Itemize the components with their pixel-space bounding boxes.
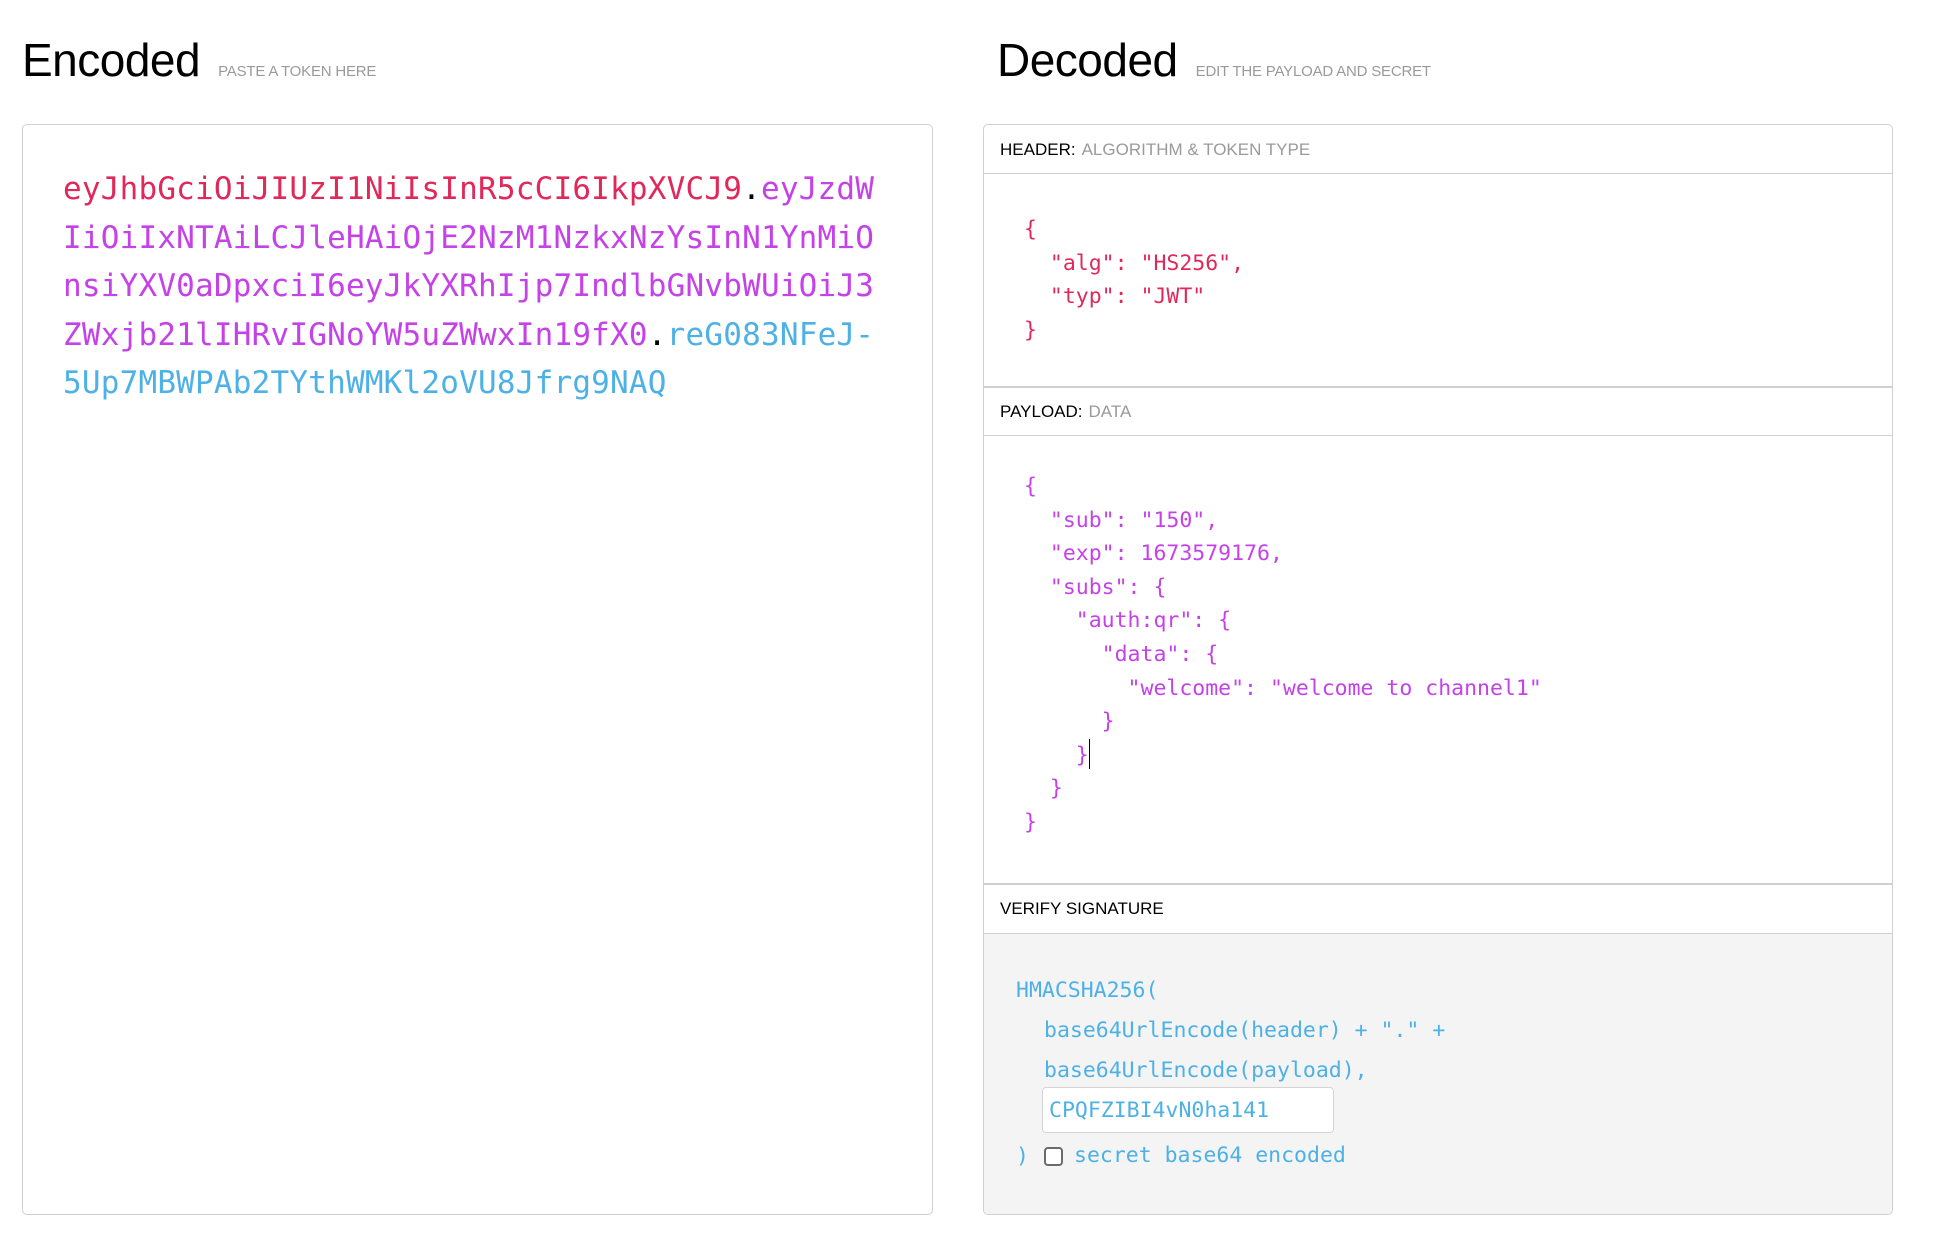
- decoded-panel: HEADER: ALGORITHM & TOKEN TYPE { "alg": "…: [983, 124, 1893, 1215]
- decoded-subtitle: EDIT THE PAYLOAD AND SECRET: [1195, 63, 1431, 80]
- encoded-heading: Encoded PASTE A TOKEN HERE: [22, 32, 376, 88]
- decoded-heading: Decoded EDIT THE PAYLOAD AND SECRET: [997, 32, 1431, 88]
- decoded-title: Decoded: [997, 34, 1178, 86]
- payload-line: "exp": 1673579176,: [1024, 541, 1283, 567]
- payload-json-editor[interactable]: { "sub": "150", "exp": 1673579176, "subs…: [1024, 470, 1542, 840]
- encoded-token-text[interactable]: eyJhbGciOiJIUzI1NiIsInR5cCI6IkpXVCJ9.eyJ…: [63, 165, 883, 408]
- token-separator: .: [742, 171, 761, 207]
- payload-section-bar: PAYLOAD: DATA: [984, 387, 1892, 436]
- hmac-function-close: ): [1016, 1144, 1029, 1169]
- encoded-subtitle: PASTE A TOKEN HERE: [218, 63, 377, 80]
- verify-signature-body: HMACSHA256( base64UrlEncode(header) + ".…: [984, 934, 1892, 1214]
- payload-line: }: [1024, 742, 1089, 768]
- header-section-bar: HEADER: ALGORITHM & TOKEN TYPE: [984, 125, 1892, 174]
- encoded-token-editor[interactable]: eyJhbGciOiJIUzI1NiIsInR5cCI6IkpXVCJ9.eyJ…: [22, 124, 933, 1215]
- hmac-header-arg: base64UrlEncode(header) + "." +: [1044, 1018, 1446, 1043]
- payload-line: {: [1024, 474, 1037, 499]
- verify-section-label: VERIFY SIGNATURE: [1000, 899, 1164, 918]
- encoded-title: Encoded: [22, 34, 201, 86]
- header-section-description: ALGORITHM & TOKEN TYPE: [1081, 140, 1311, 159]
- secret-input[interactable]: [1042, 1087, 1334, 1133]
- payload-line: "welcome": "welcome to channel1": [1024, 675, 1542, 701]
- hmac-payload-arg: base64UrlEncode(payload),: [1044, 1058, 1368, 1083]
- token-header-part: eyJhbGciOiJIUzI1NiIsInR5cCI6IkpXVCJ9: [63, 171, 743, 207]
- payload-line: }: [1024, 809, 1037, 835]
- payload-line: }: [1024, 709, 1115, 735]
- header-json-editor[interactable]: { "alg": "HS256", "typ": "JWT" }: [1024, 213, 1244, 347]
- payload-line: "data": {: [1024, 641, 1219, 667]
- text-cursor: [1088, 738, 1091, 769]
- payload-section-description: DATA: [1088, 402, 1132, 421]
- secret-base64-checkbox[interactable]: [1044, 1147, 1063, 1166]
- token-separator: .: [647, 316, 667, 353]
- hmac-function-open: HMACSHA256(: [1016, 978, 1159, 1003]
- verify-section-bar: VERIFY SIGNATURE: [984, 884, 1892, 934]
- payload-line: }: [1024, 776, 1063, 802]
- payload-section-label: PAYLOAD:: [1000, 402, 1083, 421]
- secret-base64-label[interactable]: secret base64 encoded: [1074, 1141, 1346, 1171]
- header-section-label: HEADER:: [1000, 140, 1076, 159]
- payload-line: "auth:qr": {: [1024, 608, 1232, 634]
- payload-line: "sub": "150",: [1024, 507, 1219, 533]
- payload-line: "subs": {: [1024, 574, 1167, 600]
